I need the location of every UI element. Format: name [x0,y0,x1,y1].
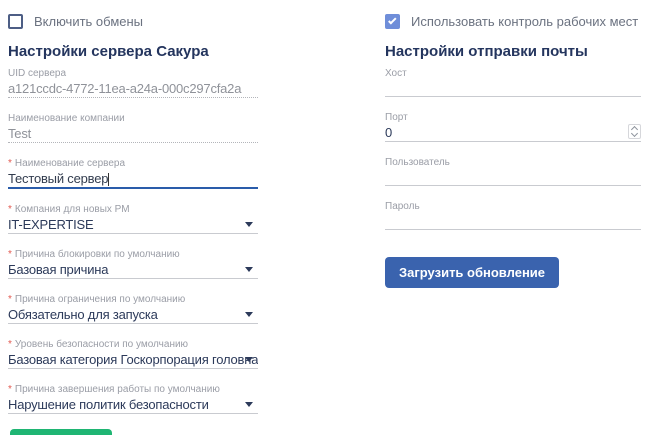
save-button[interactable]: Сохранить [10,429,112,435]
required-asterisk: * [8,294,12,305]
spinner-down-icon[interactable] [631,130,638,137]
default-block-reason-select[interactable]: Базовая причина [8,261,258,279]
user-label: Пользователь [385,157,450,168]
sakura-server-settings-heading: Настройки сервера Сакура [8,43,258,60]
field-user: Пользователь [385,157,641,186]
checkmark-icon [388,16,396,24]
default-security-level-label: Уровень безопасности по умолчанию [15,339,188,350]
load-update-button[interactable]: Загрузить обновление [385,257,559,288]
default-restriction-reason-select[interactable]: Обязательно для запуска [8,306,258,324]
checkbox-checked-icon[interactable] [385,14,400,29]
server-name-label: Наименование сервера [15,158,125,169]
workplace-control-checkbox-row[interactable]: Использовать контроль рабочих мест [385,13,641,29]
default-shutdown-reason-select[interactable]: Нарушение политик безопасности [8,396,258,414]
chevron-down-icon [245,312,253,317]
chevron-down-icon [245,222,253,227]
field-company-name: Наименование компании Test [8,113,258,143]
field-default-block-reason: *Причина блокировки по умолчанию Базовая… [8,249,258,279]
enable-exchanges-label: Включить обмены [34,14,143,29]
settings-page: Включить обмены Настройки сервера Сакура… [0,0,650,435]
required-asterisk: * [8,249,12,260]
server-name-input[interactable]: Тестовый сервер [8,170,258,189]
chevron-down-icon [245,402,253,407]
field-default-security-level: *Уровень безопасности по умолчанию Базов… [8,339,258,369]
host-input[interactable] [385,80,641,97]
password-label: Пароль [385,201,420,212]
port-label: Порт [385,112,408,123]
workplace-control-label: Использовать контроль рабочих мест [411,14,638,29]
required-asterisk: * [8,384,12,395]
enable-exchanges-checkbox-row[interactable]: Включить обмены [8,13,258,29]
default-block-reason-label: Причина блокировки по умолчанию [15,249,180,260]
sakura-server-settings-panel: Включить обмены Настройки сервера Сакура… [8,13,258,435]
host-label: Хост [385,68,407,79]
number-spinner[interactable] [628,124,641,139]
required-asterisk: * [8,158,12,169]
chevron-down-icon [245,357,253,362]
required-asterisk: * [8,339,12,350]
server-uid-label: UID сервера [8,68,66,79]
default-security-level-select[interactable]: Базовая категория Госкорпорация головная… [8,351,258,369]
new-workplace-company-label: Компания для новых РМ [15,204,130,215]
mail-settings-heading: Настройки отправки почты [385,43,641,60]
field-port: Порт 0 [385,112,641,142]
user-input[interactable] [385,169,641,186]
field-password: Пароль [385,201,641,230]
default-shutdown-reason-label: Причина завершения работы по умолчанию [15,384,220,395]
field-server-name: *Наименование сервера Тестовый сервер [8,158,258,189]
field-new-workplace-company: *Компания для новых РМ IT-EXPERTISE [8,204,258,234]
server-uid-value: a121ccdc-4772-11ea-a24a-000c297cfa2a [8,80,258,98]
checkbox-unchecked-icon[interactable] [8,14,23,29]
company-name-value: Test [8,125,258,143]
field-default-shutdown-reason: *Причина завершения работы по умолчанию … [8,384,258,414]
field-server-uid: UID сервера a121ccdc-4772-11ea-a24a-000c… [8,68,258,98]
port-input[interactable]: 0 [385,124,641,142]
new-workplace-company-select[interactable]: IT-EXPERTISE [8,216,258,234]
required-asterisk: * [8,204,12,215]
company-name-label: Наименование компании [8,113,125,124]
text-cursor [108,173,109,186]
chevron-down-icon [245,267,253,272]
mail-settings-panel: Использовать контроль рабочих мест Настр… [385,13,641,288]
default-restriction-reason-label: Причина ограничения по умолчанию [15,294,185,305]
password-input[interactable] [385,213,641,230]
field-default-restriction-reason: *Причина ограничения по умолчанию Обязат… [8,294,258,324]
field-host: Хост [385,68,641,97]
